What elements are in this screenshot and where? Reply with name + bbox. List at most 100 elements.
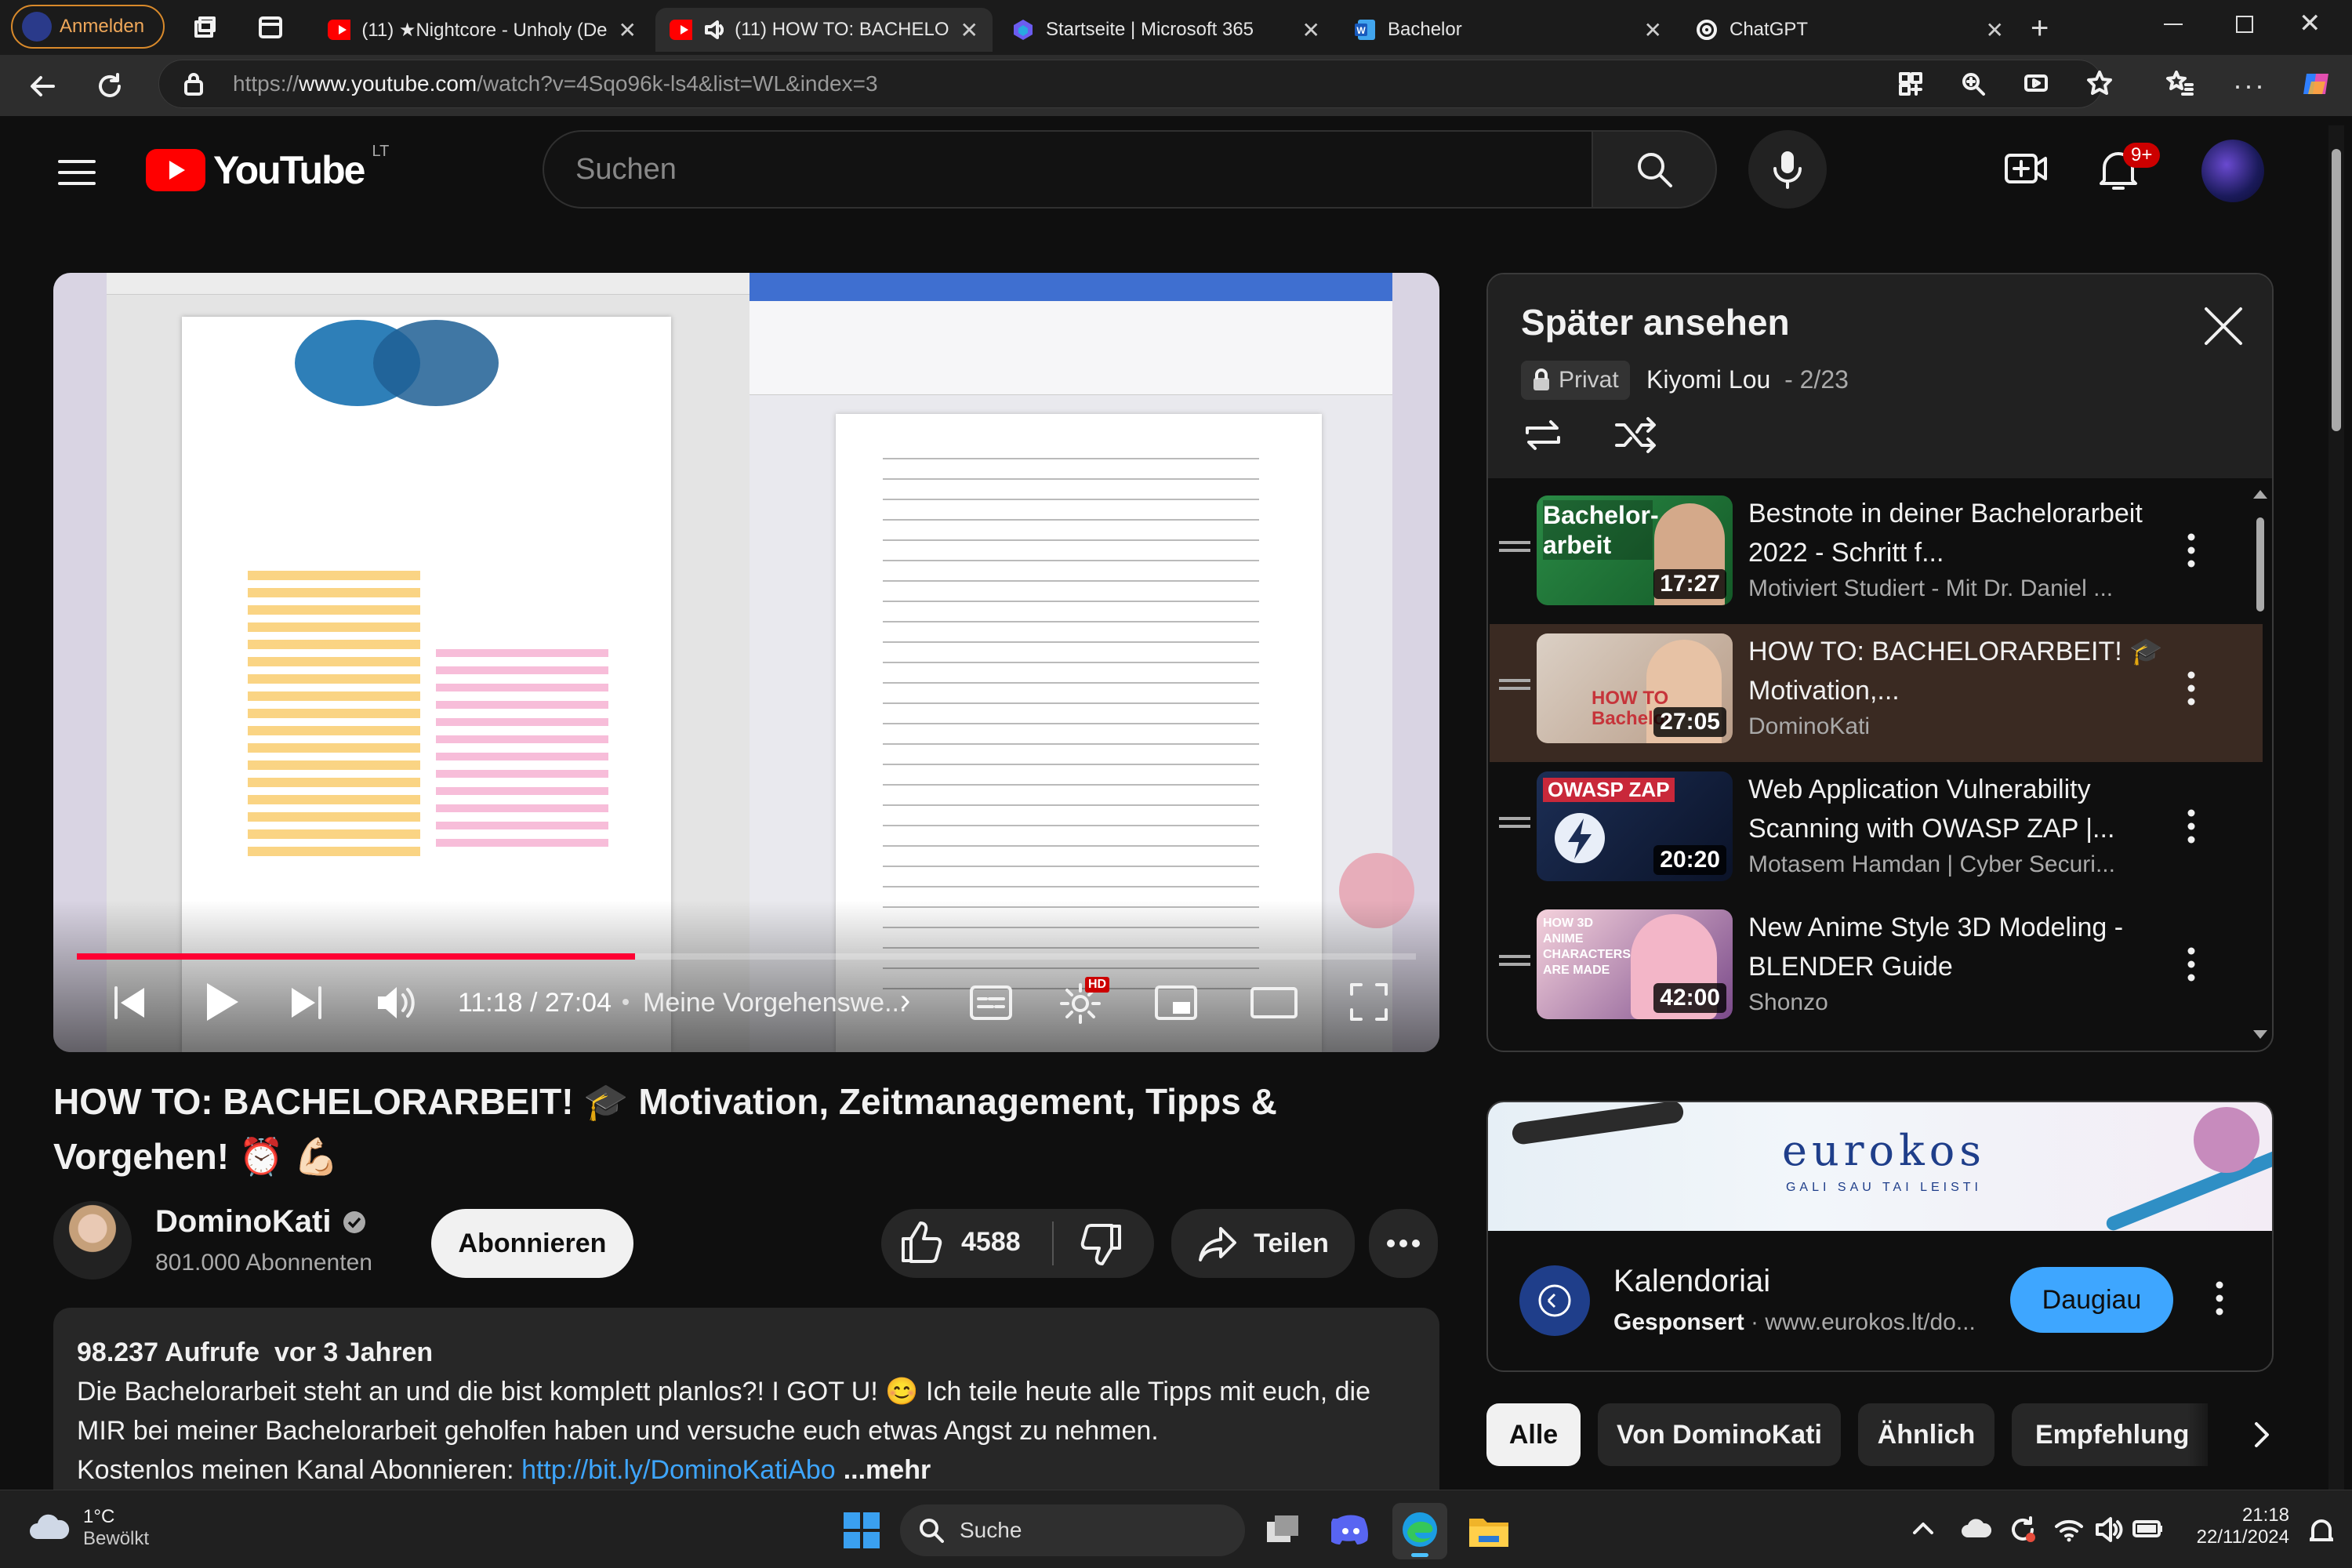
tab-microsoft-365[interactable]: Startseite | Microsoft 365 ✕ xyxy=(997,8,1334,52)
close-icon[interactable]: ✕ xyxy=(1302,17,1320,43)
more-vertical-icon[interactable] xyxy=(2216,1281,2223,1316)
speaker-icon[interactable] xyxy=(703,19,724,41)
volume-icon[interactable] xyxy=(2095,1515,2123,1544)
volume-icon[interactable] xyxy=(375,983,419,1022)
progress-bar[interactable] xyxy=(77,953,1416,960)
more-vertical-icon[interactable] xyxy=(2187,533,2195,568)
url-text[interactable]: https://www.youtube.com/watch?v=4Sqo96k-… xyxy=(233,71,878,96)
youtube-logo[interactable]: YouTube LT xyxy=(146,143,389,193)
wifi-icon[interactable] xyxy=(2054,1517,2084,1542)
task-view-icon[interactable] xyxy=(1265,1514,1301,1545)
menu-icon[interactable] xyxy=(58,157,96,188)
previous-icon[interactable] xyxy=(110,983,149,1022)
tab-bachelor-word[interactable]: W Bachelor ✕ xyxy=(1339,8,1676,52)
profile-button[interactable]: Anmelden xyxy=(11,5,165,49)
chips-next-button[interactable] xyxy=(2187,1403,2274,1466)
video-thumbnail[interactable]: HOW 3D ANIME CHARACTERS ARE MADE 42:00 xyxy=(1537,909,1733,1019)
playlist-item[interactable]: HOW 3D ANIME CHARACTERS ARE MADE 42:00 N… xyxy=(1490,900,2263,1038)
lock-icon[interactable] xyxy=(183,71,205,96)
filter-chip-recommended[interactable]: Empfehlung xyxy=(2012,1403,2208,1466)
windows-start-icon[interactable] xyxy=(844,1512,880,1548)
chapter-title[interactable]: Meine Vorgehenswe... xyxy=(643,988,906,1018)
playlist-owner[interactable]: Kiyomi Lou xyxy=(1646,365,1770,394)
playlist-item-active[interactable]: HOW TO Bachelor 27:05 HOW TO: BACHELORAR… xyxy=(1490,624,2263,762)
more-menu-icon[interactable]: ··· xyxy=(2233,69,2266,102)
page-scrollbar[interactable] xyxy=(2328,125,2344,1490)
like-button[interactable]: 4588 xyxy=(900,1220,1021,1264)
more-vertical-icon[interactable] xyxy=(2187,671,2195,706)
close-icon[interactable]: ✕ xyxy=(1986,17,2004,43)
edge-taskbar-button[interactable] xyxy=(1392,1503,1447,1559)
settings-button[interactable]: HD xyxy=(1058,977,1110,1025)
video-thumbnail[interactable]: HOW TO Bachelor 27:05 xyxy=(1537,633,1733,743)
ad-banner[interactable]: eurokos GALI SAU TAI LEISTI xyxy=(1488,1102,2272,1233)
copilot-icon[interactable] xyxy=(2300,67,2333,100)
maximize-button[interactable] xyxy=(2236,16,2253,33)
filter-chip-related[interactable]: Ähnlich xyxy=(1858,1403,1994,1466)
tab-nightcore[interactable]: (11) ★Nightcore - Unholy (De ✕ xyxy=(314,8,651,52)
video-thumbnail[interactable]: Bachelor-arbeit 17:27 xyxy=(1537,495,1733,605)
onedrive-icon[interactable] xyxy=(1960,1519,1991,1541)
more-actions-button[interactable] xyxy=(1369,1209,1438,1278)
loop-icon[interactable] xyxy=(1521,416,1565,455)
search-button[interactable] xyxy=(1592,130,1717,209)
close-icon[interactable]: ✕ xyxy=(619,17,637,43)
file-explorer-icon[interactable] xyxy=(1468,1512,1510,1548)
ad-logo[interactable] xyxy=(1519,1265,1590,1336)
ad-cta-button[interactable]: Daugiau xyxy=(2010,1267,2173,1333)
playlist-item[interactable]: OWASP ZAP 20:20 Web Application Vulnerab… xyxy=(1490,762,2263,900)
drag-handle-icon[interactable] xyxy=(1499,955,1530,958)
playlist-title[interactable]: Später ansehen xyxy=(1521,301,1790,343)
drag-handle-icon[interactable] xyxy=(1499,541,1530,544)
drag-handle-icon[interactable] xyxy=(1499,817,1530,820)
search-box[interactable]: Suchen xyxy=(543,130,1593,209)
miniplayer-icon[interactable] xyxy=(1154,985,1198,1021)
page-scroll-thumb[interactable] xyxy=(2332,149,2341,431)
notification-center-icon[interactable] xyxy=(2310,1517,2333,1544)
workspaces-icon[interactable] xyxy=(191,14,218,41)
more-vertical-icon[interactable] xyxy=(2187,809,2195,844)
play-icon[interactable] xyxy=(201,978,241,1025)
channel-avatar[interactable] xyxy=(53,1201,132,1279)
subtitles-icon[interactable] xyxy=(969,985,1013,1021)
show-more-button[interactable]: ...mehr xyxy=(844,1455,931,1485)
search-input[interactable]: Suchen xyxy=(575,153,677,187)
video-player[interactable]: 11:18 / 27:04 Meine Vorgehenswe... › HD xyxy=(53,273,1439,1052)
discord-icon[interactable] xyxy=(1331,1512,1370,1545)
drag-handle-icon[interactable] xyxy=(1499,679,1530,682)
next-icon[interactable] xyxy=(287,983,326,1022)
channel-name[interactable]: DominoKati xyxy=(155,1204,367,1240)
zoom-icon[interactable] xyxy=(1961,71,1986,96)
ad-title[interactable]: Kalendoriai xyxy=(1613,1264,1770,1299)
sync-icon[interactable] xyxy=(2009,1515,2037,1544)
video-thumbnail[interactable]: OWASP ZAP 20:20 xyxy=(1537,771,1733,881)
favorite-star-icon[interactable] xyxy=(2086,70,2113,96)
reload-button[interactable] xyxy=(94,71,125,102)
create-button[interactable] xyxy=(2004,149,2048,188)
taskbar-search[interactable]: Suche xyxy=(900,1504,1245,1556)
voice-search-button[interactable] xyxy=(1748,130,1827,209)
chevron-up-icon[interactable] xyxy=(1911,1520,1935,1536)
chevron-right-icon[interactable]: › xyxy=(900,983,910,1018)
tab-chatgpt[interactable]: ChatGPT ✕ xyxy=(1681,8,2018,52)
close-playlist-button[interactable] xyxy=(2203,306,2244,347)
clock[interactable]: 21:18 22/11/2024 xyxy=(2187,1504,2289,1548)
ad-card[interactable]: eurokos GALI SAU TAI LEISTI Kalendoriai … xyxy=(1486,1101,2274,1372)
close-window-button[interactable]: ✕ xyxy=(2299,8,2321,39)
address-bar[interactable]: https://www.youtube.com/watch?v=4Sqo96k-… xyxy=(158,60,2112,108)
shuffle-icon[interactable] xyxy=(1613,416,1657,455)
filter-chip-alle[interactable]: Alle xyxy=(1486,1403,1581,1466)
description-box[interactable]: 98.237 Aufrufe vor 3 Jahren Die Bachelor… xyxy=(53,1308,1439,1490)
notifications-button[interactable]: 9+ xyxy=(2098,143,2161,193)
back-button[interactable] xyxy=(27,71,58,102)
minimize-button[interactable] xyxy=(2164,24,2183,25)
close-icon[interactable]: ✕ xyxy=(1644,17,1662,43)
fullscreen-icon[interactable] xyxy=(1348,982,1389,1022)
playlist-item[interactable]: Bachelor-arbeit 17:27 Bestnote in deiner… xyxy=(1490,486,2263,624)
description-link[interactable]: http://bit.ly/DominoKatiAbo xyxy=(521,1455,836,1485)
new-tab-button[interactable]: + xyxy=(2031,11,2049,46)
vertical-tabs-icon[interactable] xyxy=(257,14,284,41)
app-available-icon[interactable] xyxy=(1898,71,1923,96)
more-vertical-icon[interactable] xyxy=(2187,947,2195,982)
close-icon[interactable]: ✕ xyxy=(960,17,978,43)
